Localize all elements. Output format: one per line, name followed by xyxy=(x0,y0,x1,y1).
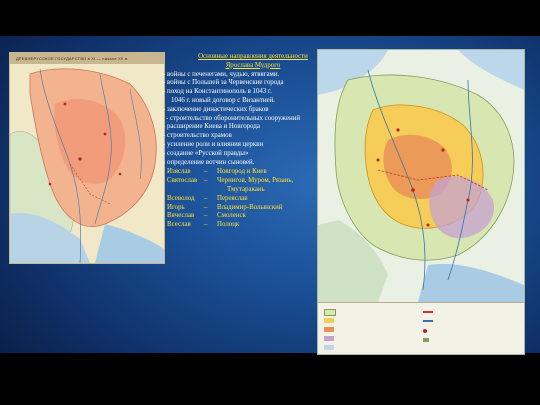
son-lands: Тмутаракань xyxy=(227,185,265,193)
list-item: - усиление роли и влияния церкви xyxy=(163,140,264,148)
legend-swatch xyxy=(324,318,334,323)
legend-swatch xyxy=(423,320,433,322)
son-dash: – xyxy=(204,221,208,229)
son-name: Вячеслав xyxy=(167,212,195,220)
list-item: - расширение Киева и Новгорода xyxy=(163,123,260,131)
legend-swatch xyxy=(423,329,427,333)
son-row: Игорь – Владимир-Волынский xyxy=(163,204,323,213)
son-dash: – xyxy=(204,194,208,202)
son-name: Святослав xyxy=(167,177,198,185)
son-row: Изяслав – Новгород и Киев xyxy=(163,168,323,177)
son-dash: – xyxy=(204,177,208,185)
text-panel: Основные направления деятельности Яросла… xyxy=(163,53,323,253)
son-dash: – xyxy=(204,203,208,211)
son-name: Изяслав xyxy=(167,168,191,176)
title-line-2: Ярослава Мудрого xyxy=(225,61,281,69)
list-item: - заключение династических браков xyxy=(163,105,269,113)
legend-swatch xyxy=(324,309,336,316)
list-item: 1046 г. новый договор с Византией. xyxy=(171,96,275,104)
list-item: - войны с Польшей за Червенские города xyxy=(163,79,284,87)
list-item: - войны с печенегами, чудью, ятвягами. xyxy=(163,70,280,78)
son-dash: – xyxy=(204,168,208,176)
son-row: Всеслав – Полоцк xyxy=(163,221,323,230)
sons-list: Изяслав – Новгород и Киев Святослав – Че… xyxy=(163,168,323,230)
map-left-drawing xyxy=(10,64,164,263)
legend-swatch xyxy=(423,311,433,313)
son-row: Всеволод – Переяслав xyxy=(163,195,323,204)
letterbox-bottom xyxy=(0,353,540,405)
map-legend xyxy=(318,302,524,354)
son-lands: Чернигов, Муром, Рязань, xyxy=(217,177,294,185)
list-item: - создание «Русской правды» xyxy=(163,149,249,157)
son-name: Игорь xyxy=(167,203,185,211)
legend-swatch xyxy=(423,338,429,342)
son-row: Святослав – Чернигов, Муром, Рязань, xyxy=(163,177,323,186)
son-row: Тмутаракань xyxy=(163,186,323,195)
legend-swatch xyxy=(324,336,334,341)
map-header: ДРЕВНЕРУССКОЕ ГОСУДАРСТВО в XI — начале … xyxy=(10,53,164,64)
son-row: Вячеслав – Смоленск xyxy=(163,212,323,221)
title-line-1: Основные направления деятельности xyxy=(198,53,308,60)
son-lands: Переяслав xyxy=(217,194,248,202)
legend-swatch xyxy=(324,345,334,350)
list-item: - строительство оборонительных сооружени… xyxy=(166,114,301,122)
legend-swatch xyxy=(324,327,334,332)
son-dash: – xyxy=(204,212,208,220)
list-item: - строительство храмов xyxy=(163,132,232,140)
list-item: - поход на Константинополь в 1043 г. xyxy=(163,88,272,96)
letterbox-top xyxy=(0,0,540,36)
son-name: Всеволод xyxy=(167,194,195,202)
list-item: - определение вотчин сыновей. xyxy=(163,158,255,166)
son-name: Всеслав xyxy=(167,221,191,229)
son-lands: Смоленск xyxy=(217,212,246,220)
map-right-drawing xyxy=(318,50,524,302)
son-lands: Новгород и Киев xyxy=(217,168,267,176)
map-old-russian-state: ДРЕВНЕРУССКОЕ ГОСУДАРСТВО в XI — начале … xyxy=(9,52,165,264)
son-lands: Полоцк xyxy=(217,221,240,229)
map-kievan-rus xyxy=(317,49,525,355)
son-lands: Владимир-Волынский xyxy=(217,203,283,211)
